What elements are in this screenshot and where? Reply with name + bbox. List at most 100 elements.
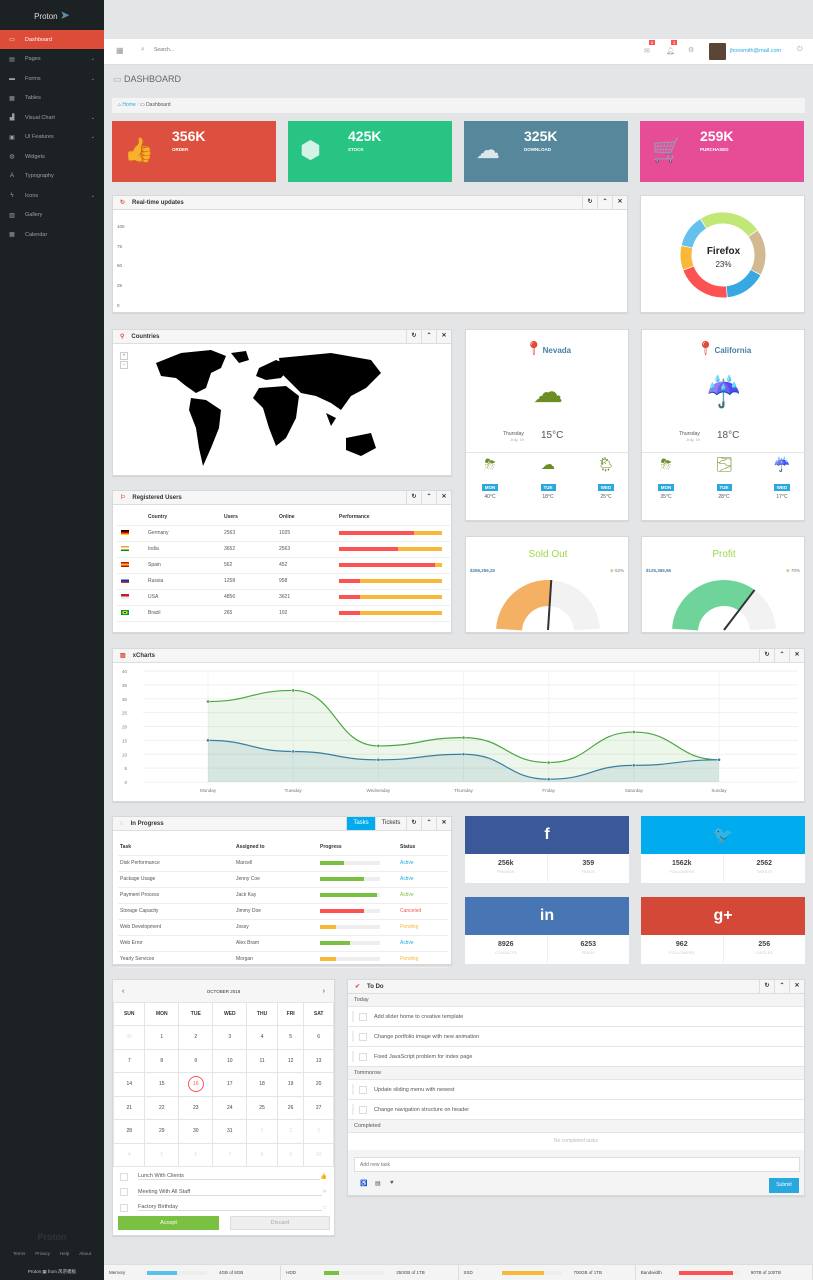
stat-card-download[interactable]: ☁ 325K DOWNLOAD [464, 121, 628, 182]
calendar-day[interactable]: 31 [212, 1119, 248, 1144]
todo-item[interactable]: Change portfolio image with new animatio… [348, 1027, 804, 1047]
calendar-day[interactable]: 19 [276, 1072, 305, 1097]
footer-link-help[interactable]: Help [60, 1251, 69, 1256]
submit-button[interactable]: Submit [769, 1178, 799, 1193]
accept-button[interactable]: Accept [118, 1216, 219, 1230]
social-card-twitter[interactable]: 🐦 1562k FOLLOWERS 2562 TWEETS [641, 816, 805, 883]
donut-segment[interactable] [700, 212, 758, 237]
calendar-day[interactable]: 11 [246, 1048, 278, 1073]
close-button[interactable]: ✕ [612, 196, 627, 209]
drag-handle[interactable] [352, 1104, 354, 1115]
calendar-day[interactable]: 17 [212, 1072, 248, 1097]
calendar-day[interactable]: 28 [112, 1119, 146, 1144]
calendar-day[interactable]: 30 [112, 1025, 146, 1050]
settings-icon[interactable]: ⚙ [688, 46, 694, 54]
calendar-day[interactable]: 10 [212, 1048, 248, 1073]
collapse-button[interactable]: ⌃ [421, 817, 436, 830]
drag-handle[interactable] [352, 1031, 354, 1042]
sidebar-item-dashboard[interactable]: ▭ Dashboard [0, 30, 104, 49]
footer-link-privacy[interactable]: Privacy [35, 1251, 50, 1256]
reload-button[interactable]: ↻ [759, 980, 774, 993]
todo-checkbox[interactable] [359, 1052, 367, 1061]
search-input[interactable] [154, 47, 304, 53]
calendar-day[interactable]: 4 [112, 1142, 146, 1167]
calendar-day[interactable]: 22 [144, 1095, 180, 1120]
footer-link-about[interactable]: About [79, 1251, 91, 1256]
calendar-day[interactable]: 5 [144, 1142, 180, 1167]
calendar-day[interactable]: 6 [303, 1025, 334, 1050]
sidebar-item-forms[interactable]: ▬ Forms ⌄ [0, 69, 104, 88]
data-point[interactable] [717, 757, 721, 762]
collapse-button[interactable]: ⌃ [774, 980, 789, 993]
calendar-day[interactable]: 18 [246, 1072, 278, 1097]
calendar-day[interactable]: 20 [303, 1072, 334, 1097]
calendar-day[interactable]: 14 [112, 1072, 146, 1097]
file-icon[interactable]: ▤ [375, 1180, 381, 1187]
sidebar-item-calendar[interactable]: ▦ Calendar [0, 225, 104, 244]
calendar-day[interactable]: 8 [246, 1142, 278, 1167]
grid-menu-icon[interactable]: ▦ [116, 46, 124, 55]
calendar-day[interactable]: 29 [144, 1119, 180, 1144]
todo-checkbox[interactable] [359, 1105, 367, 1114]
calendar-day[interactable]: 4 [246, 1025, 278, 1050]
stat-card-purchased[interactable]: 🛒 259K PURCHASED [640, 121, 804, 182]
calendar-day[interactable]: 15 [144, 1072, 180, 1097]
calendar-day[interactable]: 2 [276, 1119, 305, 1144]
calendar-day[interactable]: 7 [212, 1142, 248, 1167]
calendar-day[interactable]: 9 [178, 1048, 214, 1073]
sidebar-item-icons[interactable]: ϟ Icons ⌄ [0, 186, 104, 205]
new-task-input[interactable] [354, 1157, 800, 1172]
sidebar-item-typography[interactable]: A Typography [0, 167, 104, 186]
mail-icon[interactable]: ✉ [644, 47, 650, 55]
event-checkbox[interactable] [120, 1203, 128, 1212]
drag-handle[interactable] [352, 1051, 354, 1062]
calendar-day[interactable]: 16 [178, 1072, 214, 1097]
calendar-day[interactable]: 30 [178, 1119, 214, 1144]
map-zoom-in[interactable]: + [120, 352, 128, 360]
close-button[interactable]: ✕ [789, 980, 804, 993]
data-point[interactable] [461, 752, 466, 757]
drag-handle[interactable] [352, 1011, 354, 1022]
user-email[interactable]: jhonsmith@mail.com [730, 48, 781, 54]
tab-tickets[interactable]: Tickets [375, 817, 406, 830]
calendar-day[interactable]: 3 [212, 1025, 248, 1050]
stat-card-order[interactable]: 👍 356K ORDER [112, 121, 276, 182]
data-point[interactable] [376, 744, 381, 748]
discard-button[interactable]: Discard [230, 1216, 330, 1230]
todo-item[interactable]: Fixed JavaScript problem for index page [348, 1047, 804, 1067]
calendar-day[interactable]: 6 [178, 1142, 214, 1167]
prev-month-button[interactable]: ‹ [122, 988, 124, 995]
social-card-facebook[interactable]: f 256k FRIENDS 359 FEEDS [465, 816, 629, 883]
footer-link-terms[interactable]: Terms [13, 1251, 25, 1256]
close-button[interactable]: ✕ [436, 330, 451, 343]
bell-icon[interactable]: 🔔︎ [666, 47, 675, 55]
avatar[interactable] [709, 43, 726, 60]
donut-segment[interactable] [681, 219, 707, 248]
data-point[interactable] [376, 757, 381, 762]
data-point[interactable] [546, 760, 551, 765]
calendar-day[interactable]: 25 [246, 1095, 278, 1120]
social-card-google-plus[interactable]: g+ 962 FOLLOWERS 256 CIRCLES [641, 897, 805, 964]
event-checkbox[interactable] [120, 1188, 128, 1197]
calendar-day[interactable]: 1 [144, 1025, 180, 1050]
calendar-day[interactable]: 24 [212, 1095, 248, 1120]
map-zoom-out[interactable]: − [120, 361, 128, 369]
calendar-day[interactable]: 1 [246, 1119, 278, 1144]
breadcrumb-home[interactable]: Home [122, 102, 135, 108]
donut-segment[interactable] [726, 269, 761, 298]
reload-button[interactable]: ↻ [406, 330, 421, 343]
calendar-day[interactable]: 12 [276, 1048, 305, 1073]
reload-button[interactable]: ↻ [582, 196, 597, 209]
data-point[interactable] [631, 730, 636, 734]
close-button[interactable]: ✕ [789, 649, 804, 662]
stat-card-stock[interactable]: ⬢ 425K STOCK [288, 121, 452, 182]
calendar-day[interactable]: 13 [303, 1048, 334, 1073]
world-map[interactable] [151, 348, 386, 476]
reload-button[interactable]: ↻ [406, 817, 421, 830]
close-button[interactable]: ✕ [436, 491, 451, 504]
calendar-day[interactable]: 5 [276, 1025, 305, 1050]
calendar-day[interactable]: 3 [303, 1119, 334, 1144]
reload-button[interactable]: ↻ [406, 491, 421, 504]
data-point[interactable] [291, 749, 296, 754]
data-point[interactable] [631, 763, 636, 768]
